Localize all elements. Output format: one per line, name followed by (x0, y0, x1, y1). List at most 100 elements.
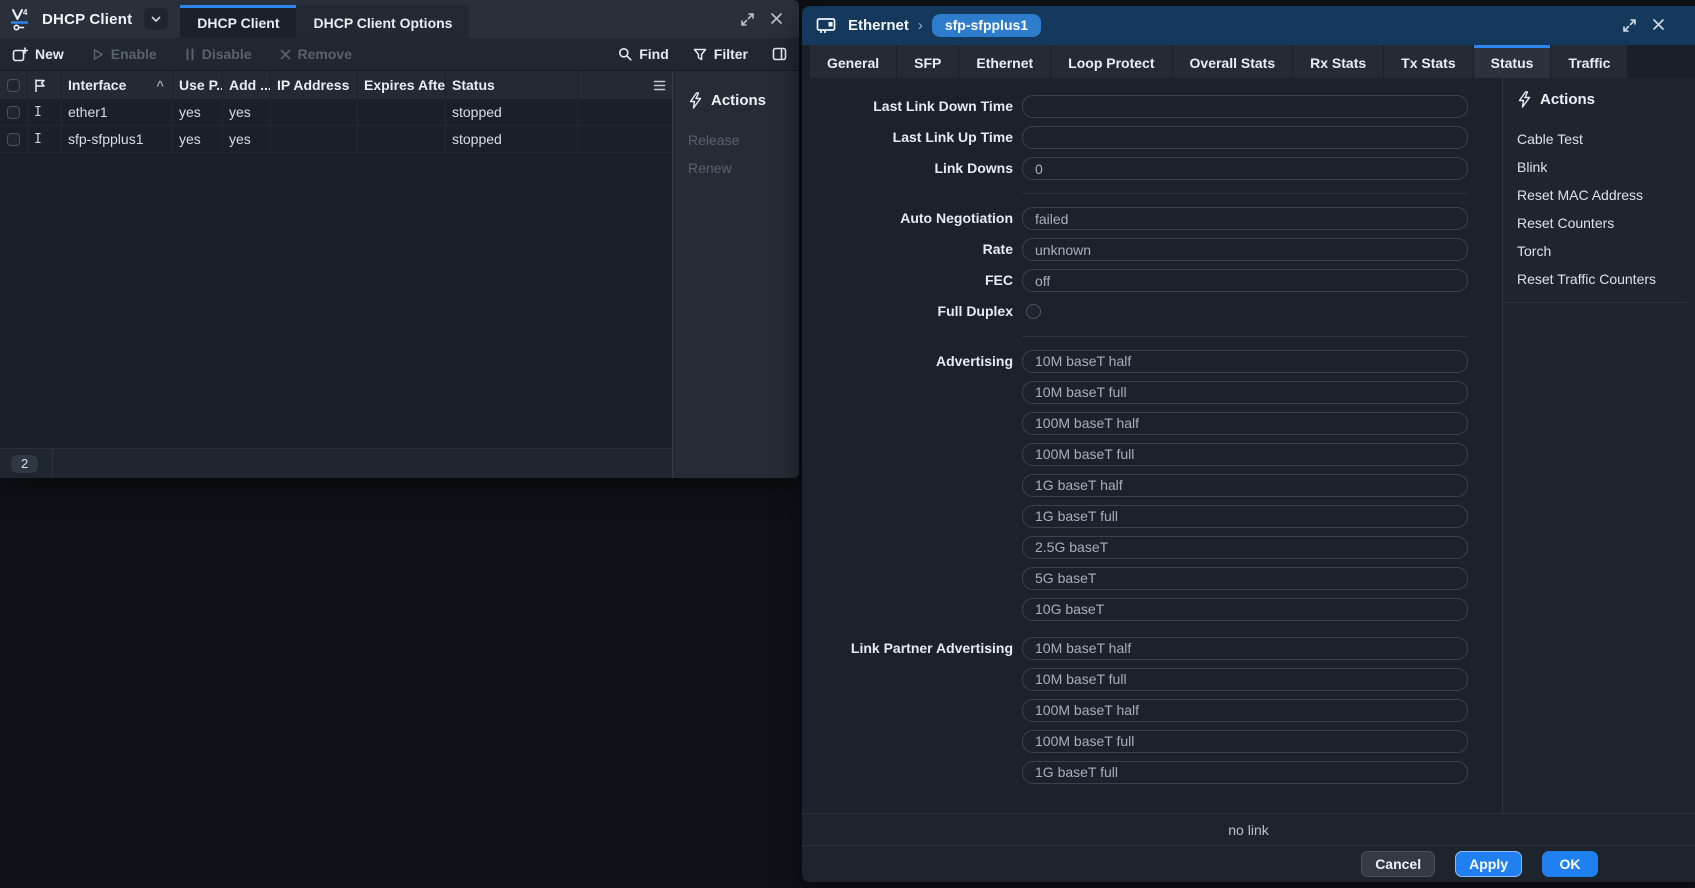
action-item[interactable]: Reset MAC Address (1517, 181, 1687, 209)
window-tab[interactable]: DHCP Client (180, 5, 297, 38)
winbox-v4-logo-icon: 4 (10, 7, 32, 31)
row-checkbox[interactable] (7, 105, 20, 119)
form-separator (1022, 193, 1468, 194)
dialog-tab[interactable]: Ethernet (959, 45, 1051, 78)
link-partner-advertising-option[interactable]: 10M baseT half (1022, 637, 1468, 660)
row-status: stopped (446, 126, 578, 152)
window-title: DHCP Client (42, 10, 133, 28)
link-partner-advertising-option[interactable]: 100M baseT full (1022, 730, 1468, 753)
enable-button[interactable]: Enable (92, 46, 157, 62)
pause-icon (185, 48, 195, 61)
link-partner-advertising-option[interactable]: 10M baseT full (1022, 668, 1468, 691)
advertising-option[interactable]: 10M baseT half (1022, 350, 1468, 373)
link-status-text: no link (1228, 821, 1269, 838)
last-link-up-time-input[interactable] (1022, 126, 1468, 149)
column-menu-icon[interactable] (653, 80, 666, 91)
left-window-tabs: DHCP Client DHCP Client Options (180, 0, 470, 38)
dialog-tab[interactable]: Overall Stats (1172, 45, 1293, 78)
breadcrumb-separator: › (917, 17, 923, 34)
add-route-column-header[interactable]: Add ... (223, 71, 271, 99)
row-use-peer: yes (173, 99, 223, 125)
advertising-option[interactable]: 100M baseT half (1022, 412, 1468, 435)
action-item[interactable]: Blink (1517, 153, 1687, 181)
advertising-options: 10M baseT half 10M baseT full 100M baseT… (1022, 350, 1468, 629)
breadcrumb-section: Ethernet (848, 17, 909, 34)
select-all-checkbox-cell (0, 71, 28, 99)
table-row[interactable]: I ether1 yes yes stopped (0, 99, 672, 126)
dialog-tab[interactable]: General (810, 45, 897, 78)
filter-button[interactable]: Filter (693, 46, 748, 62)
advertising-option[interactable]: 1G baseT full (1022, 505, 1468, 528)
maximize-button[interactable] (740, 12, 755, 27)
new-button[interactable]: New (12, 46, 64, 62)
window-menu-button[interactable] (144, 8, 169, 30)
rate-input[interactable] (1022, 238, 1468, 261)
expires-after-column-header[interactable]: Expires After (358, 71, 446, 99)
flag-column-header[interactable] (28, 71, 62, 99)
action-item[interactable]: Release (688, 126, 791, 154)
action-item[interactable]: Torch (1517, 237, 1687, 265)
dialog-tab[interactable]: Rx Stats (1293, 45, 1384, 78)
dialog-tab[interactable]: Tx Stats (1384, 45, 1473, 78)
advertising-option[interactable]: 2.5G baseT (1022, 536, 1468, 559)
table-row[interactable]: I sfp-sfpplus1 yes yes stopped (0, 126, 672, 153)
action-item[interactable]: Reset Counters (1517, 209, 1687, 237)
link-partner-advertising-option[interactable]: 100M baseT half (1022, 699, 1468, 722)
link-downs-input[interactable] (1022, 157, 1468, 180)
play-icon (92, 48, 104, 61)
last-link-down-time-input[interactable] (1022, 95, 1468, 118)
advertising-option[interactable]: 5G baseT (1022, 567, 1468, 590)
row-ip-address (271, 126, 358, 152)
find-button[interactable]: Find (618, 46, 669, 62)
link-partner-advertising-option[interactable]: 1G baseT full (1022, 761, 1468, 784)
select-all-checkbox[interactable] (7, 78, 20, 92)
interface-column-header[interactable]: Interface ^ (62, 71, 173, 99)
action-item[interactable]: Renew (688, 154, 791, 182)
dhcp-client-table: Interface ^ Use P... Add ... IP Address … (0, 71, 672, 478)
cancel-button[interactable]: Cancel (1361, 851, 1436, 877)
breadcrumb-item-pill[interactable]: sfp-sfpplus1 (931, 14, 1042, 37)
left-actions-panel: Actions Release Renew (672, 71, 799, 478)
disable-button[interactable]: Disable (185, 46, 252, 62)
row-count-badge: 2 (11, 454, 39, 473)
add-window-icon (12, 46, 28, 62)
right-titlebar: Ethernet › sfp-sfpplus1 (802, 6, 1695, 45)
magnifier-icon (618, 47, 632, 61)
full-duplex-checkbox[interactable] (1026, 304, 1041, 319)
close-button[interactable] (1652, 18, 1667, 33)
advertising-option[interactable]: 100M baseT full (1022, 443, 1468, 466)
fec-input[interactable] (1022, 269, 1468, 292)
dialog-button-bar: Cancel Apply OK (802, 845, 1695, 882)
dialog-tab[interactable]: SFP (897, 45, 959, 78)
actions-divider (1503, 302, 1687, 303)
column-config-cell (578, 71, 672, 99)
advertising-option[interactable]: 10G baseT (1022, 598, 1468, 621)
action-item[interactable]: Cable Test (1517, 125, 1687, 153)
field-label: Full Duplex (937, 303, 1013, 319)
ip-address-column-header[interactable]: IP Address (271, 71, 358, 99)
dialog-tab[interactable]: Loop Protect (1051, 45, 1172, 78)
expand-arrows-icon (741, 12, 754, 26)
table-rows: I ether1 yes yes stopped I sfp-sfpplus1 (0, 99, 672, 153)
dialog-tab[interactable]: Status (1473, 45, 1551, 78)
auto-negotiation-input[interactable] (1022, 207, 1468, 230)
row-checkbox[interactable] (7, 132, 20, 146)
toggle-actions-panel-button[interactable] (772, 47, 787, 61)
maximize-button[interactable] (1622, 18, 1637, 33)
apply-button[interactable]: Apply (1455, 851, 1522, 877)
status-form: Last Link Down Time Last Link Up Time Li… (802, 78, 1502, 813)
interface-dialog-tabs: General SFP Ethernet Loop Protect Overal… (802, 45, 1695, 78)
window-tab[interactable]: DHCP Client Options (296, 5, 470, 38)
status-column-header[interactable]: Status (446, 71, 578, 99)
row-interface: ether1 (62, 99, 173, 125)
use-peer-column-header[interactable]: Use P... (173, 71, 223, 99)
field-label: Advertising (935, 353, 1013, 369)
ok-button[interactable]: OK (1542, 851, 1598, 877)
advertising-option[interactable]: 10M baseT full (1022, 381, 1468, 404)
remove-button[interactable]: Remove (280, 46, 352, 62)
close-button[interactable] (770, 12, 785, 27)
link-partner-advertising-options: 10M baseT half 10M baseT full 100M baseT… (1022, 637, 1468, 792)
action-item[interactable]: Reset Traffic Counters (1517, 265, 1687, 293)
advertising-option[interactable]: 1G baseT half (1022, 474, 1468, 497)
dialog-tab[interactable]: Traffic (1551, 45, 1628, 78)
